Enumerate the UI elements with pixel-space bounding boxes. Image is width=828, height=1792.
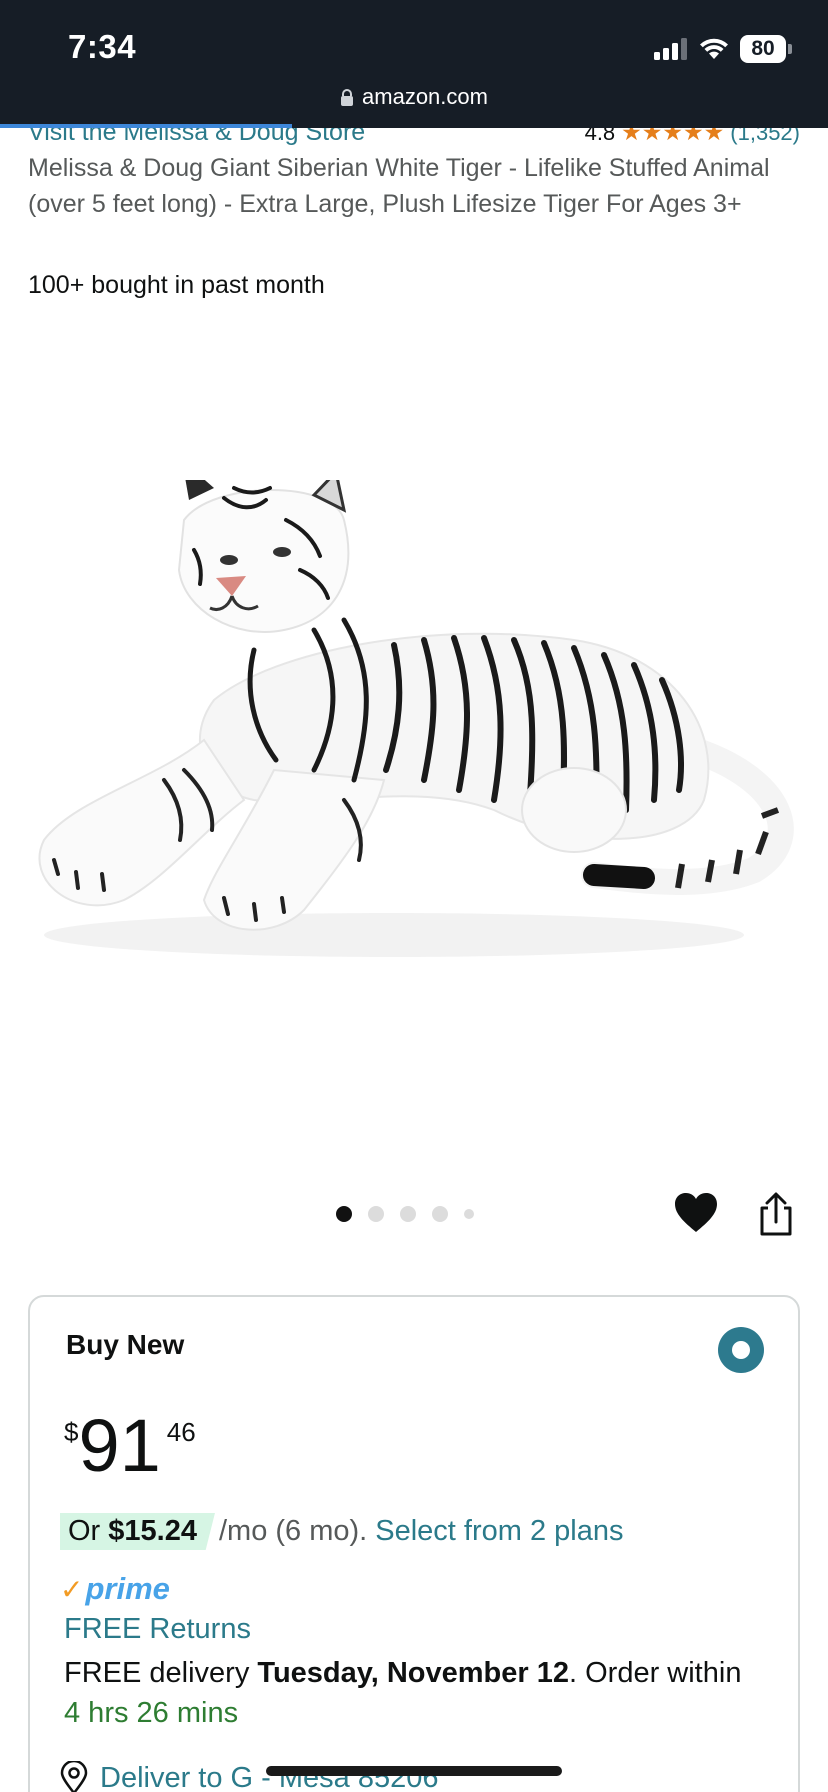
lock-icon: [341, 88, 354, 106]
buy-new-card[interactable]: Buy New $ 91 46 Or $15.24 /mo (6 mo). Se…: [28, 1295, 800, 1792]
monthly-amount: $15.24: [108, 1515, 197, 1547]
home-indicator[interactable]: [266, 1766, 562, 1776]
monthly-prefix: Or: [68, 1515, 109, 1547]
delivery-suffix: . Order within: [569, 1657, 742, 1689]
delivery-info: FREE delivery Tuesday, November 12. Orde…: [64, 1653, 794, 1733]
rating-value: 4.8: [584, 128, 616, 145]
carousel-dot[interactable]: [464, 1209, 474, 1219]
store-link[interactable]: Visit the Melissa & Doug Store: [28, 128, 365, 146]
select-plans-link[interactable]: Select from 2 plans: [375, 1515, 623, 1548]
star-rating-icon: ★★★★★: [621, 128, 725, 145]
price-symbol: $: [64, 1417, 79, 1447]
monthly-term: /mo (6 mo).: [218, 1515, 368, 1547]
order-countdown: 4 hrs 26 mins: [64, 1697, 239, 1729]
carousel-dot[interactable]: [432, 1206, 448, 1222]
store-rating-row: Visit the Melissa & Doug Store 4.8 ★★★★★…: [0, 128, 828, 146]
share-icon[interactable]: [758, 1192, 794, 1236]
browser-top-bar: 7:34 80 amazon.com: [0, 0, 828, 128]
bought-in-past-month: 100+ bought in past month: [28, 271, 325, 299]
carousel-dot[interactable]: [336, 1206, 352, 1222]
white-tiger-plush-image[interactable]: [14, 480, 814, 980]
product-title: Melissa & Doug Giant Siberian White Tige…: [28, 154, 770, 218]
url-text: amazon.com: [362, 84, 488, 109]
monthly-payment: Or $15.24 /mo (6 mo). Select from 2 plan…: [60, 1513, 623, 1550]
url-bar[interactable]: amazon.com: [0, 84, 828, 110]
carousel-dot[interactable]: [368, 1206, 384, 1222]
review-count[interactable]: (1,352): [730, 128, 800, 146]
battery-icon: 80: [740, 35, 786, 63]
delivery-date: Tuesday, November 12: [257, 1657, 569, 1689]
price-fraction: 46: [166, 1417, 196, 1447]
monthly-highlight: Or $15.24: [60, 1513, 215, 1550]
free-returns-link[interactable]: FREE Returns: [64, 1613, 251, 1646]
rating-summary[interactable]: 4.8 ★★★★★ (1,352): [585, 128, 800, 146]
prime-check-icon: ✓: [60, 1573, 84, 1605]
prime-label: prime: [85, 1571, 170, 1606]
price: $ 91 46: [64, 1405, 196, 1487]
status-icons: 80: [654, 34, 792, 64]
location-pin-icon: [60, 1761, 88, 1792]
signal-icon: [654, 38, 687, 60]
heart-icon[interactable]: [674, 1192, 718, 1234]
price-whole: 91: [78, 1404, 161, 1487]
buy-new-heading: Buy New: [66, 1329, 185, 1360]
delivery-prefix: FREE delivery: [64, 1657, 258, 1689]
buy-new-radio[interactable]: [718, 1327, 764, 1373]
image-carousel-dots[interactable]: [336, 1206, 474, 1222]
status-time: 7:34: [68, 28, 137, 65]
carousel-dot[interactable]: [400, 1206, 416, 1222]
wifi-icon: [700, 38, 728, 59]
radio-selected-indicator: [732, 1341, 750, 1359]
prime-badge[interactable]: ✓ prime: [60, 1571, 170, 1607]
battery-tip: [788, 44, 792, 54]
